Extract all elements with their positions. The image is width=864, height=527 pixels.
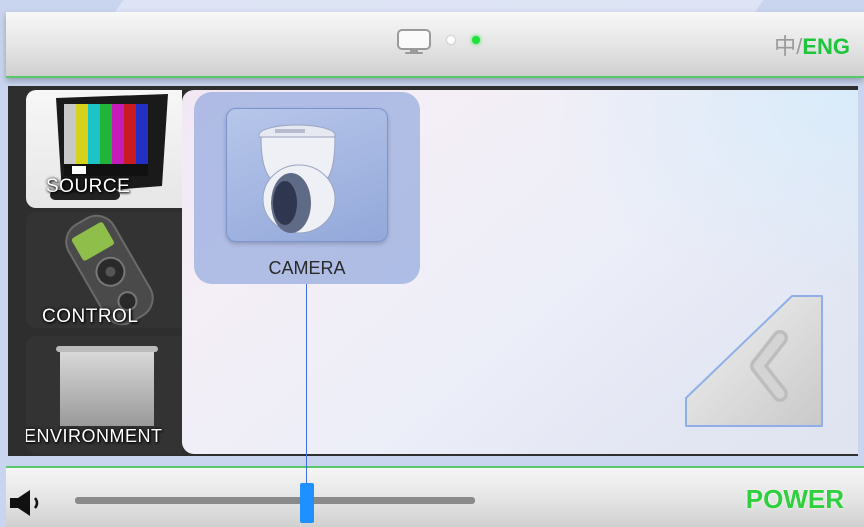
- sidebar-item-label: SOURCE: [46, 176, 131, 197]
- monitor-icon[interactable]: [396, 28, 432, 56]
- power-button[interactable]: POWER: [746, 484, 844, 515]
- camera-tile[interactable]: CAMERA: [194, 92, 420, 284]
- sidebar-item-label: CONTROL: [42, 306, 139, 327]
- page-dot-2-active[interactable]: [472, 36, 480, 44]
- ptz-camera-icon: [258, 124, 336, 234]
- language-toggle[interactable]: 中/ENG: [774, 29, 850, 61]
- top-bar: [6, 12, 864, 78]
- sidebar-item-control[interactable]: CONTROL: [26, 212, 182, 328]
- back-button[interactable]: [680, 290, 832, 432]
- page-dot-1[interactable]: [447, 36, 455, 44]
- sidebar-item-label: ENVIRONMENT: [26, 426, 163, 446]
- lang-eng-label[interactable]: ENG: [802, 34, 850, 59]
- volume-slider-track[interactable]: [75, 497, 475, 504]
- sidebar-item-source[interactable]: SOURCE: [26, 90, 182, 208]
- lang-zh-label[interactable]: 中: [774, 34, 796, 59]
- camera-tile-label: CAMERA: [268, 258, 346, 278]
- volume-slider-thumb[interactable]: [300, 483, 314, 523]
- sidebar-item-environment[interactable]: ENVIRONMENT: [26, 336, 182, 454]
- speaker-icon[interactable]: [8, 488, 48, 518]
- camera-icon-box: [226, 108, 388, 242]
- guide-line: [306, 284, 307, 494]
